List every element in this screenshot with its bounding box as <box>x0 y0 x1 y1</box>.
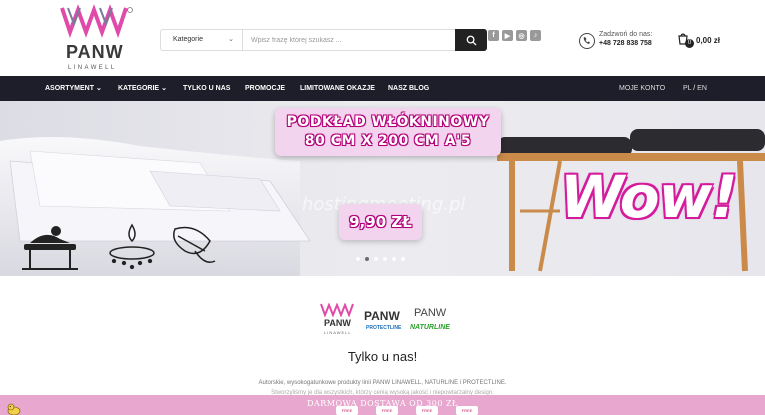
price-box: 9,90 ZŁ <box>339 204 422 240</box>
nav-item-asortyment[interactable]: ASORTYMENT ⌄ <box>45 76 102 101</box>
lang-pl[interactable]: PL <box>683 85 691 92</box>
chevron-down-icon: ⌄ <box>228 36 234 43</box>
slider-dot-active[interactable] <box>365 257 369 261</box>
slider-dot[interactable] <box>374 257 378 261</box>
brand-naturline[interactable]: PANW NATURLINE <box>410 307 454 337</box>
chevron-down-icon: ⌄ <box>161 85 167 92</box>
slider-dots <box>356 257 405 261</box>
free-shipping-bar: DARMOWA DOSTAWA OD 300 ZŁ FREE FREE FREE… <box>0 395 765 415</box>
brand-protectline-name: PANW <box>364 309 400 323</box>
call-phone[interactable]: +48 728 838 758 <box>599 40 652 47</box>
call-label: Zadzwoń do nas: <box>599 31 653 38</box>
hero-slider[interactable]: PODKŁAD WŁÓKNINOWY 80 CM X 200 CM A'5 ho… <box>0 101 765 276</box>
main-nav: ASORTYMENT ⌄ KATEGORIE ⌄ TYLKO U NAS PRO… <box>0 76 765 101</box>
nav-item-kategorie[interactable]: KATEGORIE ⌄ <box>118 76 167 101</box>
lang-en[interactable]: EN <box>697 85 707 92</box>
cart-total: 0,00 zł <box>696 36 721 45</box>
tiktok-icon[interactable]: ♪ <box>530 30 541 41</box>
brand-linawell-name: PANW <box>324 318 351 328</box>
instagram-icon[interactable]: ◎ <box>516 30 527 41</box>
search-category-select[interactable]: Kategorie ⌄ <box>161 30 243 50</box>
brand-linawell-sub: LINAWELL <box>324 330 352 335</box>
nav-item-label: ASORTYMENT <box>45 85 94 92</box>
free-tag: FREE <box>456 406 478 415</box>
phone-icon <box>579 33 595 49</box>
social-links: f ▶ ◎ ♪ <box>488 30 541 41</box>
facebook-icon[interactable]: f <box>488 30 499 41</box>
search-button[interactable] <box>455 29 487 51</box>
logo[interactable]: PANW LINAWELL <box>58 4 136 74</box>
cart-count-badge: 0 <box>685 39 694 48</box>
logo-subtext: LINAWELL <box>68 65 117 71</box>
logo-text: PANW <box>66 42 124 62</box>
brand-protectline[interactable]: PANW PROTECTLINE <box>364 309 406 339</box>
promo-price: 9,90 ZŁ <box>349 213 412 231</box>
lang-separator: / <box>693 85 696 92</box>
language-switcher: PL / EN <box>683 76 707 101</box>
promo-headline-1: PODKŁAD WŁÓKNINOWY <box>286 114 490 130</box>
search-category-label: Kategorie <box>173 36 203 43</box>
nav-item-limitowane-okazje[interactable]: LIMITOWANE OKAZJE <box>300 76 375 101</box>
nav-item-nasz-blog[interactable]: NASZ BLOG <box>388 76 429 101</box>
brand-linawell-mark <box>320 303 354 317</box>
slider-dot[interactable] <box>383 257 387 261</box>
wow-text: Wow! <box>560 163 738 231</box>
free-tag: FREE <box>376 406 398 415</box>
promo-headline-box: PODKŁAD WŁÓKNINOWY 80 CM X 200 CM A'5 <box>275 108 501 156</box>
chick-icon <box>7 403 21 415</box>
slider-dot[interactable] <box>392 257 396 261</box>
search-input[interactable] <box>251 30 451 50</box>
search-bar: Kategorie ⌄ <box>160 29 487 51</box>
section-title: Tylko u nas! <box>347 349 418 364</box>
search-icon <box>466 35 477 46</box>
brand-protectline-sub: PROTECTLINE <box>366 325 402 331</box>
free-tag: FREE <box>336 406 358 415</box>
slider-dot[interactable] <box>356 257 360 261</box>
promo-headline-2: 80 CM X 200 CM A'5 <box>304 133 472 149</box>
youtube-icon[interactable]: ▶ <box>502 30 513 41</box>
logo-mark <box>60 4 133 38</box>
account-link[interactable]: MOJE KONTO <box>619 76 665 101</box>
chevron-down-icon: ⌄ <box>95 85 102 92</box>
brand-linawell[interactable]: PANW LINAWELL <box>318 303 358 339</box>
brand-naturline-name: PANW <box>414 307 447 319</box>
section-text: Autorskie, wysokogatunkowe produkty lini… <box>258 380 507 386</box>
nav-item-promocje[interactable]: PROMOCJE <box>245 76 285 101</box>
free-tags: FREE FREE FREE FREE <box>336 406 478 415</box>
nav-item-tylko-u-nas[interactable]: TYLKO U NAS <box>183 76 230 101</box>
brand-naturline-sub: NATURLINE <box>410 324 450 331</box>
slider-dot[interactable] <box>401 257 405 261</box>
free-tag: FREE <box>416 406 438 415</box>
nav-item-label: KATEGORIE <box>118 85 160 92</box>
site-header: PANW LINAWELL Kategorie ⌄ f ▶ ◎ ♪ Zadzwo… <box>0 0 765 76</box>
